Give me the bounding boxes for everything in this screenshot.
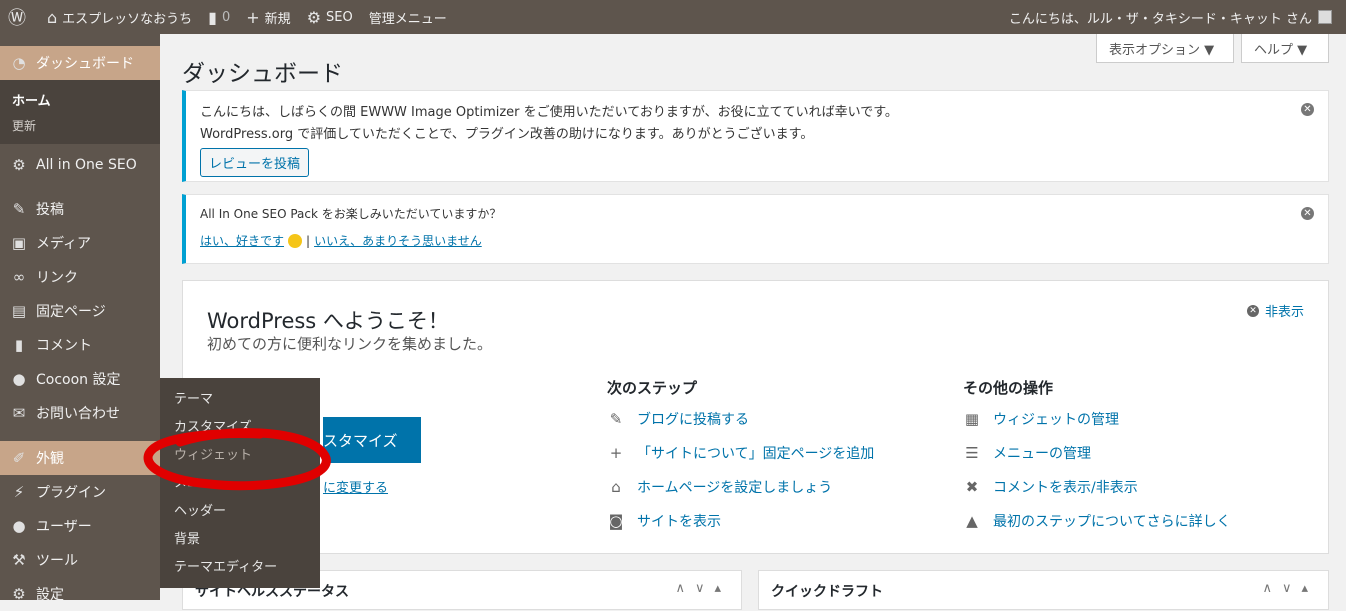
gear-icon: ⚙ [12,156,26,174]
admin-sidebar: ◔ ダッシュボード ホーム 更新 ⚙ All in One SEO ✎ 投稿 ▣ メディ… [0,34,160,603]
yes-link[interactable]: はい、好きです [200,232,284,249]
notice-text-line-1: こんにちは、しばらくの間 EWWW Image Optimizer をご使用いた… [200,105,898,120]
screen-options-button[interactable]: 表示オプション ▼ [1096,34,1234,63]
plus-icon: + [609,444,623,462]
flyout-item-theme-editor[interactable]: テーマエディター [160,554,320,582]
action-toggle-comments[interactable]: ✖ コメントを表示/非表示 [963,477,1138,497]
flyout-item-header[interactable]: ヘッダー [160,498,320,526]
page-title: ダッシュボード [182,61,343,87]
sidebar-item-aioseo[interactable]: ⚙ All in One SEO [0,148,160,182]
sidebar-item-appearance[interactable]: ✐ 外観 [0,441,160,475]
sidebar-item-cocoon[interactable]: ● Cocoon 設定 [0,362,160,396]
new-content-link[interactable]: + 新規 [238,0,298,34]
flyout-item-customize[interactable]: カスタマイズ [160,414,320,442]
gear-icon: ⚙ [306,7,322,27]
media-icon: ▣ [11,234,27,252]
mail-icon: ✉ [12,404,26,422]
quick-draft-box: クイックドラフト ∧∨▴ [758,570,1329,610]
next-step-add-about-page[interactable]: + 「サイトについて」固定ページを追加 [607,443,875,463]
site-name-link[interactable]: ⌂ エスプレッソなおうち [39,0,200,34]
sidebar-item-settings[interactable]: ⚙ 設定 [0,577,160,611]
box-controls[interactable]: ∧∨▴ [675,581,731,596]
dismiss-icon[interactable]: ✕ [1301,103,1314,116]
welcome-panel: WordPress へようこそ！ 初めての方に便利なリンクを集めました。 ✕ 非表… [182,280,1329,554]
more-actions-heading: その他の操作 [963,379,1054,397]
change-theme-link[interactable]: に変更する [323,477,388,496]
separator: | [306,233,311,248]
smile-icon [288,233,303,248]
graduation-cap-icon: ▲ [966,512,978,530]
sidebar-subitem-home[interactable]: ホーム [0,86,160,113]
welcome-subtitle: 初めての方に便利なリンクを集めました。 [207,335,493,353]
dashboard-icon: ◔ [12,54,26,72]
cocoon-icon: ● [12,370,26,388]
close-icon: ✕ [1246,304,1259,317]
page-icon: ▤ [11,302,27,320]
action-manage-widgets[interactable]: ▦ ウィジェットの管理 [963,409,1119,429]
home-icon: ⌂ [611,478,621,496]
edit-icon: ✎ [609,410,623,428]
plugin-icon: ⚡ [13,483,25,501]
sidebar-item-pages[interactable]: ▤ 固定ページ [0,294,160,328]
menu-icon: ☰ [965,444,979,462]
next-step-setup-homepage[interactable]: ⌂ ホームページを設定しましょう [607,477,832,497]
comment-toggle-icon: ✖ [965,478,979,496]
next-step-write-post[interactable]: ✎ ブログに投稿する [607,409,749,429]
comments-link[interactable]: ▮ 0 [200,0,238,34]
notice-text-line-2: WordPress.org で評価していただくことで、プラグイン改善の助けになり… [200,127,814,142]
next-step-view-site[interactable]: ◙ サイトを表示 [607,511,721,531]
account-menu[interactable]: こんにちは、ルル・ザ・タキシード・キャット さん [1001,0,1340,34]
sidebar-item-links[interactable]: ∞ リンク [0,260,160,294]
user-icon: ● [12,517,26,535]
admin-bar: Ⓦ ⌂ エスプレッソなおうち ▮ 0 + 新規 ⚙ SEO 管理メニュー こんにちは、ル… [0,0,1346,34]
brush-icon: ✐ [12,449,26,467]
wordpress-logo-icon[interactable]: Ⓦ [0,0,39,34]
customize-site-button[interactable]: スタマイズ [323,417,421,463]
dismiss-icon[interactable]: ✕ [1301,207,1314,220]
wrench-icon: ⚒ [12,551,26,569]
flyout-item-themes[interactable]: テーマ [160,386,320,414]
no-link[interactable]: いいえ、あまりそう思いません [314,232,482,249]
sidebar-item-tools[interactable]: ⚒ ツール [0,543,160,577]
settings-icon: ⚙ [12,585,26,603]
appearance-flyout-menu: テーマ カスタマイズ ウィジェット メニュー ヘッダー 背景 テーマエディター [160,378,320,588]
home-icon: ⌂ [47,7,58,27]
next-steps-heading: 次のステップ [607,379,698,397]
main-content: 表示オプション ▼ ヘルプ ▼ ダッシュボード こんにちは、しばらくの間 EWW… [160,34,1346,610]
sidebar-subitem-update[interactable]: 更新 [0,113,160,138]
link-icon: ∞ [12,268,26,286]
view-icon: ◙ [608,512,624,530]
flyout-item-menus[interactable]: メニュー [160,470,320,498]
action-learn-more[interactable]: ▲ 最初のステップについてさらに詳しく [963,511,1230,531]
sidebar-item-posts[interactable]: ✎ 投稿 [0,192,160,226]
welcome-title: WordPress へようこそ！ [207,309,449,333]
sidebar-item-contact[interactable]: ✉ お問い合わせ [0,396,160,430]
plus-icon: + [246,7,260,27]
review-button[interactable]: レビューを投稿 [200,148,310,177]
notice-question: All In One SEO Pack をお楽しみいただいていますか？ [200,207,502,221]
ewww-review-notice: こんにちは、しばらくの間 EWWW Image Optimizer をご使用いた… [182,90,1329,182]
flyout-item-widgets[interactable]: ウィジェット [160,442,320,470]
action-manage-menus[interactable]: ☰ メニューの管理 [963,443,1091,463]
widgets-icon: ▦ [964,410,980,428]
seo-menu[interactable]: ⚙ SEO [299,0,361,34]
aioseo-notice: All In One SEO Pack をお楽しみいただいていますか？ はい、好… [182,194,1329,264]
box-title: クイックドラフト [771,584,883,600]
notice-answers: はい、好きです | いいえ、あまりそう思いません [200,232,1314,249]
dashboard-submenu: ホーム 更新 [0,80,160,144]
box-controls[interactable]: ∧∨▴ [1262,581,1318,596]
sidebar-item-dashboard[interactable]: ◔ ダッシュボード [0,46,160,80]
hide-panel-link[interactable]: ✕ 非表示 [1246,301,1304,320]
sidebar-item-media[interactable]: ▣ メディア [0,226,160,260]
help-button[interactable]: ヘルプ ▼ [1241,34,1329,63]
avatar [1318,10,1332,24]
flyout-item-background[interactable]: 背景 [160,526,320,554]
sidebar-item-plugins[interactable]: ⚡ プラグイン [0,475,160,509]
pin-icon: ✎ [12,200,26,218]
admin-menu-link[interactable]: 管理メニュー [361,0,455,34]
sidebar-item-users[interactable]: ● ユーザー [0,509,160,543]
sidebar-item-comments[interactable]: ▮ コメント [0,328,160,362]
comment-icon: ▮ [208,7,217,27]
comment-icon: ▮ [14,336,24,354]
